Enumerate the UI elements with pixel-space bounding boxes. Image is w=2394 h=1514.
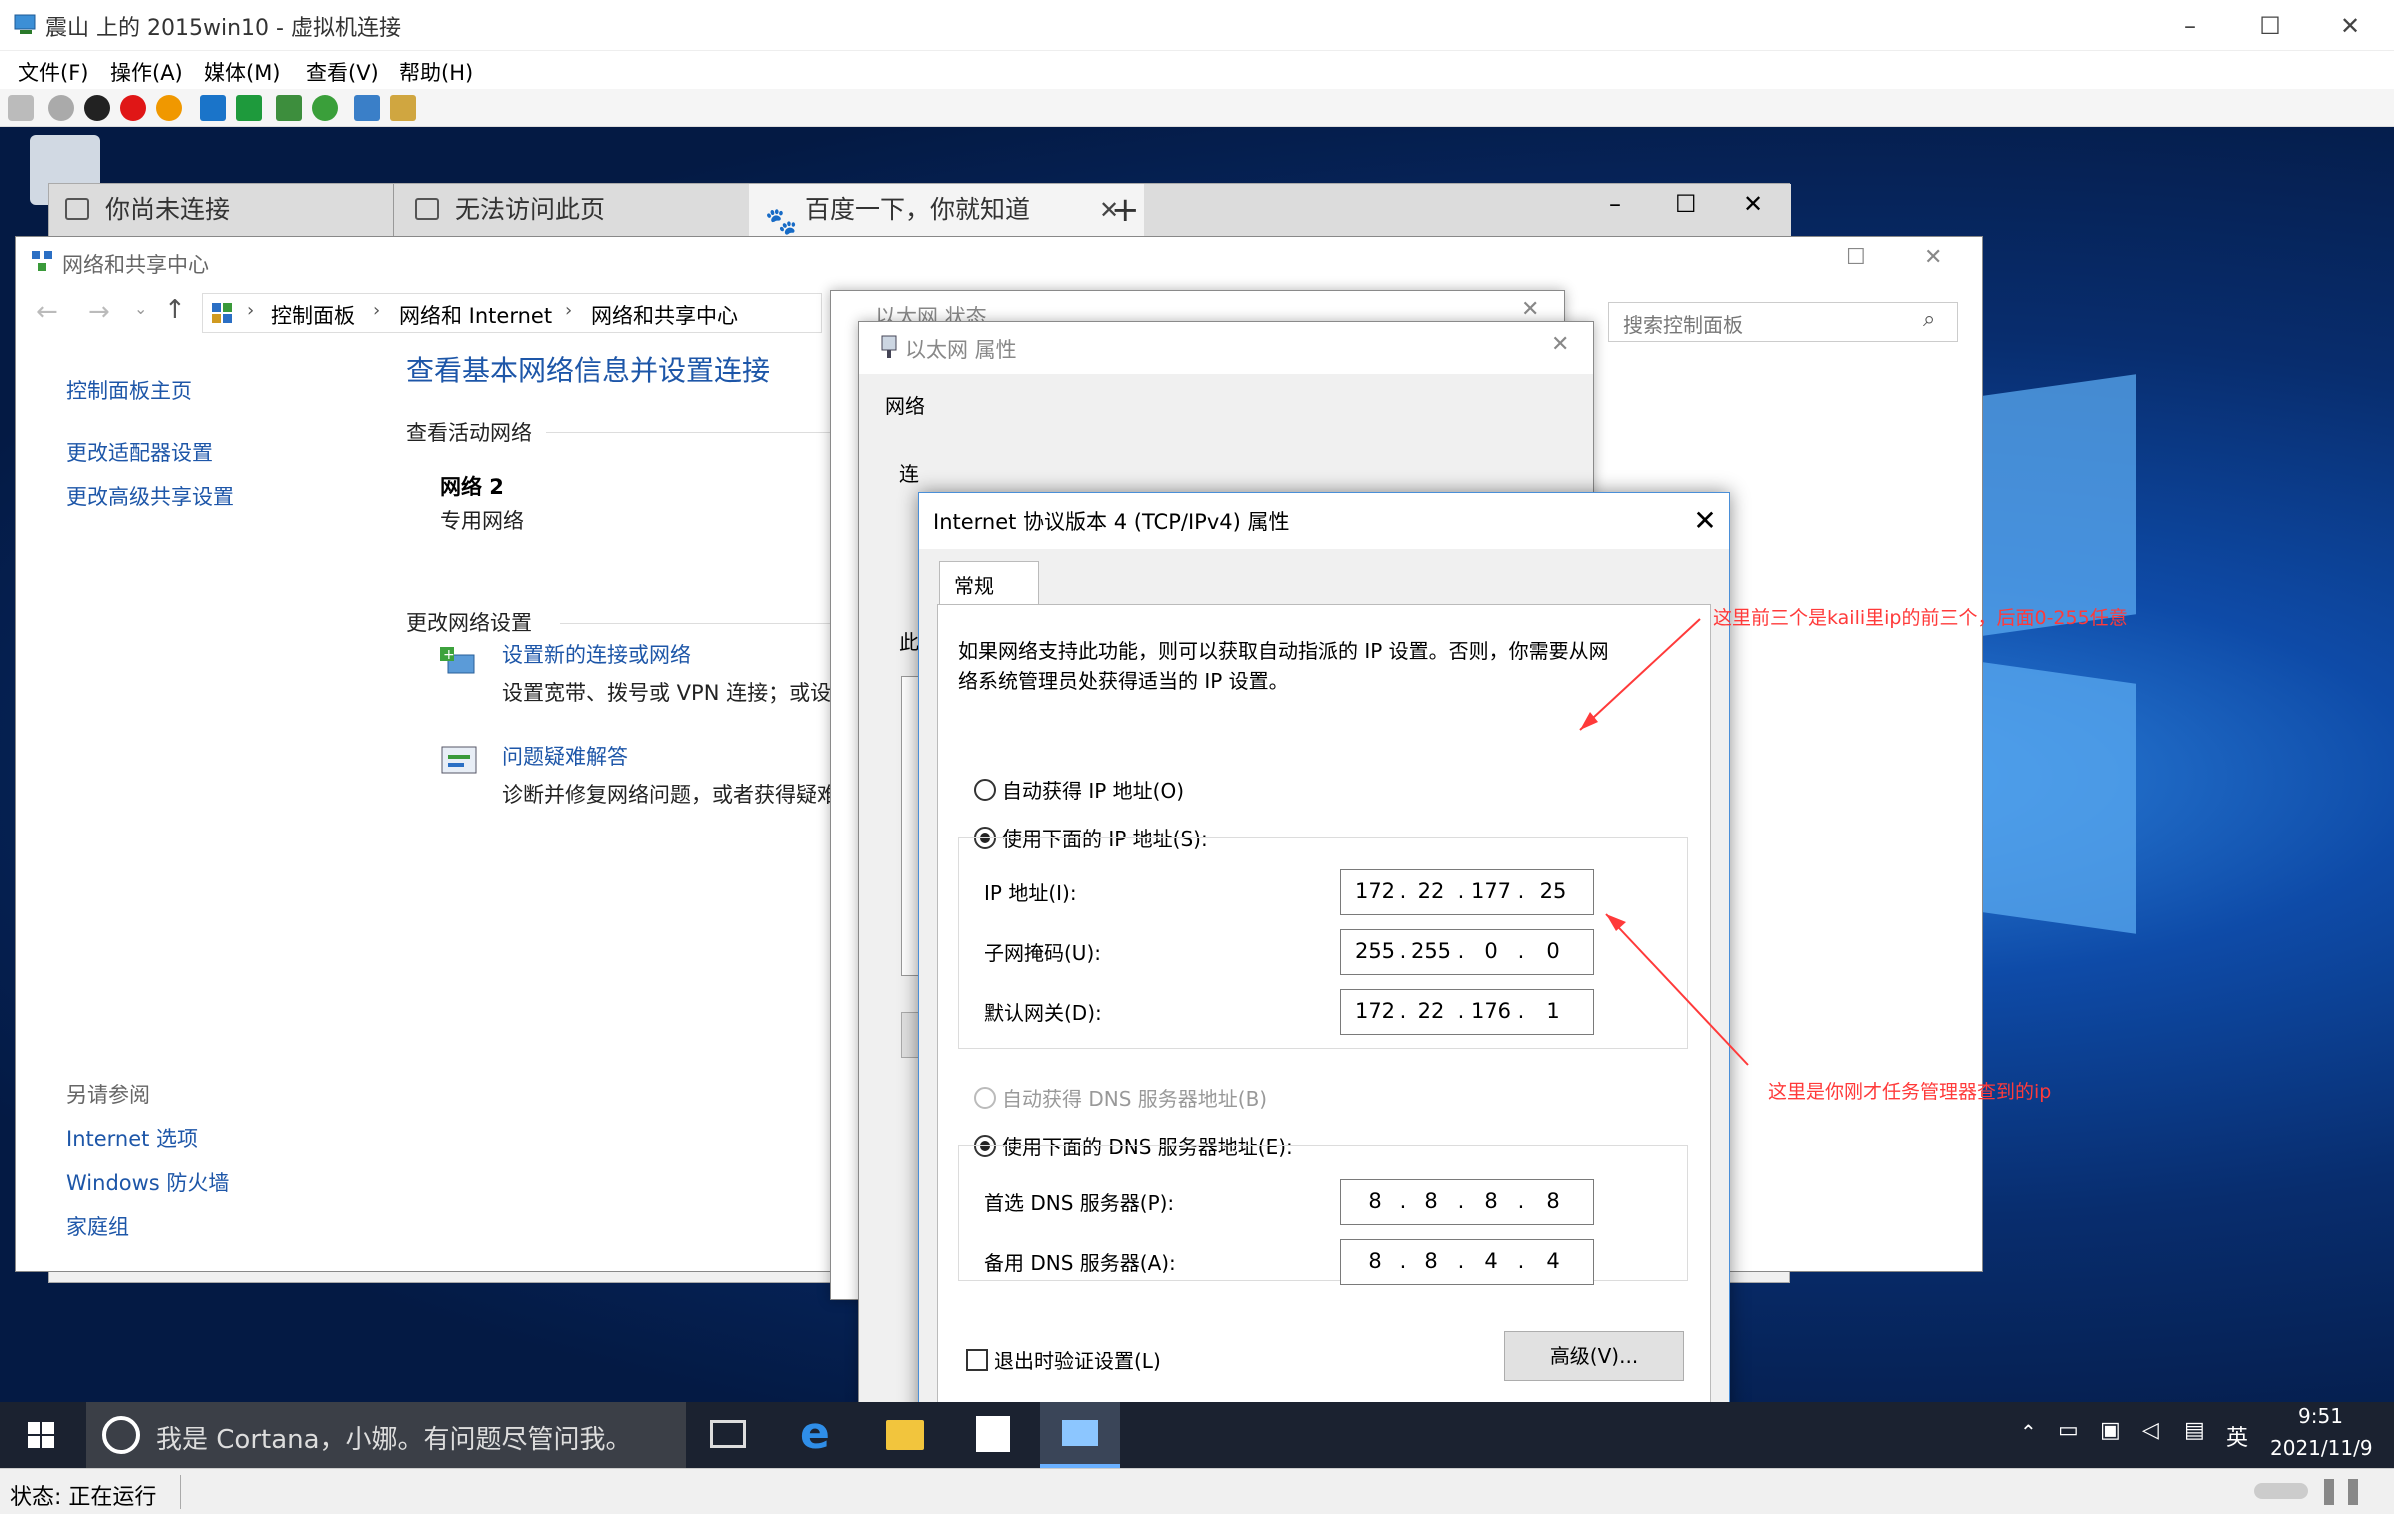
power-icon[interactable] xyxy=(156,95,182,121)
divider xyxy=(180,1475,181,1509)
control-panel-icon xyxy=(1062,1420,1098,1446)
start-icon[interactable] xyxy=(48,95,74,121)
desktop: 你尚未连接 无法访问此页 🐾 百度一下，你就知道 ✕ + – ☐ ✕ 网络和共享… xyxy=(0,127,2394,1402)
status-text: 状态: 正在运行 xyxy=(10,1485,157,1510)
host-menubar: 文件(F) 操作(A) 媒体(M) 查看(V) 帮助(H) xyxy=(0,51,2394,89)
network-center-taskbar-item[interactable] xyxy=(1040,1402,1120,1468)
task-view-icon[interactable] xyxy=(710,1420,746,1448)
clock-time[interactable]: 9:51 xyxy=(2298,1404,2343,1428)
resume-icon[interactable] xyxy=(236,95,262,121)
volume-icon[interactable]: ◁ xyxy=(2142,1418,2159,1443)
menu-help[interactable]: 帮助(H) xyxy=(399,57,473,87)
checkpoint-icon[interactable] xyxy=(276,95,302,121)
annotation-arrows xyxy=(1579,618,1749,1066)
shutdown-icon[interactable] xyxy=(120,95,146,121)
battery-icon[interactable]: ▭ xyxy=(2058,1418,2079,1443)
close-button[interactable]: ✕ xyxy=(2330,8,2370,44)
network-tray-icon[interactable]: ▣ xyxy=(2100,1418,2121,1443)
turn-off-icon[interactable] xyxy=(84,95,110,121)
annotation-top: 这里前三个是kaili里ip的前三个，后面0-255任意 xyxy=(1713,607,2128,629)
menu-view[interactable]: 查看(V) xyxy=(306,57,379,87)
menu-action[interactable]: 操作(A) xyxy=(110,57,183,87)
revert-icon[interactable] xyxy=(312,95,338,121)
clock-date[interactable]: 2021/11/9 xyxy=(2270,1436,2373,1460)
vm-connect-icon xyxy=(14,14,36,34)
host-window-title: 震山 上的 2015win10 - 虚拟机连接 xyxy=(45,16,401,41)
menu-file[interactable]: 文件(F) xyxy=(18,57,88,87)
host-toolbar xyxy=(0,89,2394,127)
lock-icon xyxy=(2348,1479,2358,1505)
file-explorer-icon[interactable] xyxy=(886,1420,924,1450)
pause-icon[interactable] xyxy=(200,95,226,121)
cortana-icon xyxy=(102,1416,140,1454)
tray-chevron-icon[interactable]: ⌃ xyxy=(2020,1420,2037,1444)
lock-icon xyxy=(2324,1479,2334,1505)
host-statusbar: 状态: 正在运行 xyxy=(0,1468,2394,1514)
ctrl-alt-del-icon[interactable] xyxy=(8,95,34,121)
store-icon[interactable] xyxy=(976,1416,1010,1452)
ime-indicator[interactable]: 英 xyxy=(2226,1420,2248,1452)
minimize-button[interactable]: – xyxy=(2170,8,2210,44)
action-center-icon[interactable]: ▤ xyxy=(2184,1418,2205,1443)
windows-start-icon[interactable] xyxy=(28,1422,56,1450)
menu-media[interactable]: 媒体(M) xyxy=(204,57,281,87)
host-titlebar: 震山 上的 2015win10 - 虚拟机连接 – ☐ ✕ xyxy=(0,0,2394,51)
enhanced-session-icon[interactable] xyxy=(354,95,380,121)
cortana-placeholder: 我是 Cortana，小娜。有问题尽管问我。 xyxy=(156,1425,632,1455)
share-icon[interactable] xyxy=(390,95,416,121)
annotation-bottom: 这里是你刚才任务管理器查到的ip xyxy=(1768,1081,2052,1103)
cortana-search-box[interactable]: 我是 Cortana，小娜。有问题尽管问我。 xyxy=(86,1402,686,1468)
maximize-button[interactable]: ☐ xyxy=(2250,8,2290,44)
edge-icon[interactable]: e xyxy=(800,1408,830,1459)
keyboard-icon xyxy=(2254,1483,2308,1499)
